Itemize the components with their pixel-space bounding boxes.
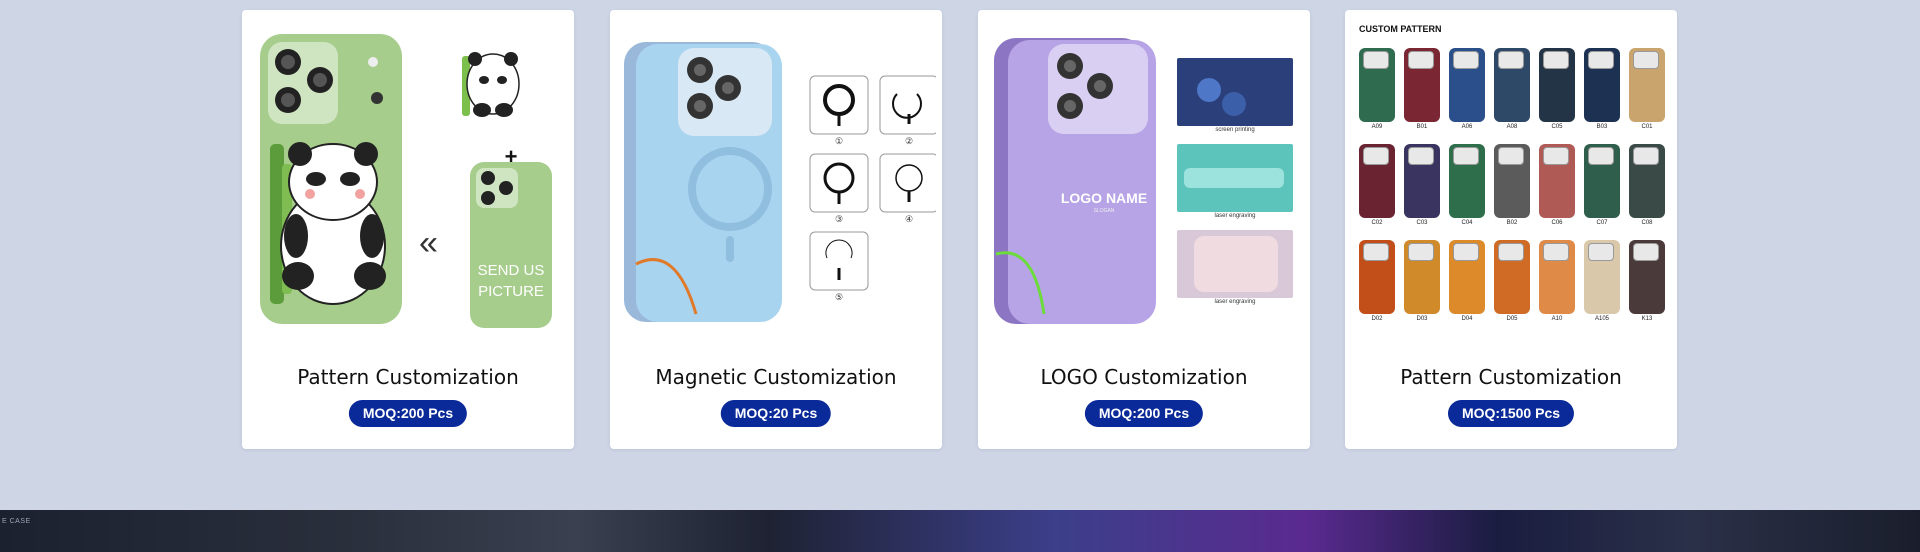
pattern-swatch[interactable] <box>1584 48 1620 122</box>
pattern-swatch[interactable] <box>1359 48 1395 122</box>
camera-icon <box>1363 147 1389 165</box>
pattern-code-label: K13 <box>1641 316 1653 322</box>
pattern-code-label: D05 <box>1506 316 1518 322</box>
moq-badge: MOQ:200 Pcs <box>348 400 468 427</box>
pattern-swatch[interactable] <box>1629 240 1665 314</box>
camera-icon <box>1543 243 1569 261</box>
moq-badge: MOQ:20 Pcs <box>720 400 832 427</box>
pattern-swatch[interactable] <box>1539 144 1575 218</box>
pattern-code-label: D03 <box>1416 316 1428 322</box>
pattern-swatch[interactable] <box>1539 48 1575 122</box>
send-us-line2: PICTURE <box>478 283 544 300</box>
pattern-code-label: A08 <box>1506 124 1518 130</box>
camera-icon <box>1498 51 1524 69</box>
card-title[interactable]: LOGO Customization <box>978 365 1310 389</box>
moq-badge: MOQ:1500 Pcs <box>1447 400 1575 427</box>
card-title[interactable]: Pattern Customization <box>242 365 574 389</box>
pattern-swatch[interactable] <box>1584 240 1620 314</box>
pattern-swatch[interactable] <box>1359 144 1395 218</box>
pattern-swatch[interactable] <box>1584 144 1620 218</box>
pattern-swatch[interactable] <box>1494 48 1530 122</box>
pattern-code-label: D02 <box>1371 316 1383 322</box>
option-label: ② <box>904 136 914 146</box>
pattern-swatch[interactable] <box>1449 48 1485 122</box>
pattern-code-label: C08 <box>1641 220 1653 226</box>
sample-caption: laser engraving <box>1214 299 1256 305</box>
pattern-swatch[interactable] <box>1539 240 1575 314</box>
camera-icon <box>1543 147 1569 165</box>
option-label: ① <box>834 136 844 146</box>
pattern-swatch[interactable] <box>1404 48 1440 122</box>
pattern-swatch[interactable] <box>1629 144 1665 218</box>
camera-icon <box>1543 51 1569 69</box>
pattern-swatch[interactable] <box>1629 48 1665 122</box>
logo-slogan-text: SLOGAN <box>1093 208 1115 214</box>
pattern-swatch[interactable] <box>1404 144 1440 218</box>
pattern-code-label: C03 <box>1416 220 1428 226</box>
pattern-swatch-grid: A09 B01 A06 A08 C05 B03 C01 C02 C03 C04 B02 C06 C07 C… <box>1359 48 1669 332</box>
pattern-swatch[interactable] <box>1404 240 1440 314</box>
pattern-code-label: C05 <box>1551 124 1563 130</box>
pattern-code-label: B01 <box>1416 124 1428 130</box>
product-card-magnetic[interactable]: ① ② ③ ④ ⑤ Magnetic Customization MOQ:20 … <box>610 10 942 449</box>
pattern-code-label: C04 <box>1461 220 1473 226</box>
plus-sign: + <box>504 144 518 169</box>
product-image[interactable]: ① ② ③ ④ ⑤ <box>616 14 936 338</box>
camera-icon <box>1588 243 1614 261</box>
camera-icon <box>1408 51 1434 69</box>
pattern-code-label: A105 <box>1594 316 1609 322</box>
product-card-pattern[interactable]: + « SEND US PICTURE Pattern Customizatio… <box>242 10 574 449</box>
pattern-code-label: C02 <box>1371 220 1383 226</box>
logo-name-text: LOGO NAME <box>1060 190 1148 206</box>
camera-icon <box>1363 51 1389 69</box>
product-image[interactable]: + « SEND US PICTURE <box>248 14 568 338</box>
camera-icon <box>1453 51 1479 69</box>
product-image[interactable]: CUSTOM PATTERN A09 B01 A06 A08 C05 B03 C01 C02 C… <box>1351 14 1671 338</box>
custom-pattern-heading: CUSTOM PATTERN <box>1359 24 1442 34</box>
pattern-code-label: A09 <box>1371 124 1383 130</box>
camera-icon <box>1633 243 1659 261</box>
sample-caption: screen printing <box>1215 127 1255 133</box>
pattern-code-label: C06 <box>1551 220 1563 226</box>
pattern-code-label: A10 <box>1551 316 1563 322</box>
camera-icon <box>1363 243 1389 261</box>
product-image[interactable]: LOGO NAME SLOGAN screen printing laser e… <box>984 14 1304 338</box>
card-title[interactable]: Pattern Customization <box>1345 365 1677 389</box>
pattern-swatch[interactable] <box>1359 240 1395 314</box>
product-card-pattern-catalog[interactable]: CUSTOM PATTERN A09 B01 A06 A08 C05 B03 C01 C02 C… <box>1345 10 1677 449</box>
option-label: ③ <box>834 214 844 224</box>
pattern-code-label: B03 <box>1596 124 1608 130</box>
camera-icon <box>1453 147 1479 165</box>
camera-icon <box>1453 243 1479 261</box>
banner-title: E CASE <box>2 518 31 525</box>
camera-icon <box>1498 243 1524 261</box>
pattern-swatch[interactable] <box>1449 144 1485 218</box>
moq-badge: MOQ:200 Pcs <box>1084 400 1204 427</box>
bottom-banner[interactable]: E CASE <box>0 510 1920 552</box>
send-us-line1: SEND US <box>477 262 545 279</box>
camera-icon <box>1588 147 1614 165</box>
camera-icon <box>1498 147 1524 165</box>
pattern-swatch[interactable] <box>1449 240 1485 314</box>
pattern-code-label: B02 <box>1506 220 1518 226</box>
option-label: ⑤ <box>834 292 844 302</box>
camera-icon <box>1633 51 1659 69</box>
pattern-code-label: C07 <box>1596 220 1608 226</box>
card-title[interactable]: Magnetic Customization <box>610 365 942 389</box>
camera-icon <box>1588 51 1614 69</box>
arrow-left-icon: « <box>419 224 438 262</box>
camera-icon <box>1408 147 1434 165</box>
option-label: ④ <box>904 214 914 224</box>
pattern-code-label: D04 <box>1461 316 1473 322</box>
pattern-swatch[interactable] <box>1494 240 1530 314</box>
sample-caption: laser engraving <box>1214 213 1256 219</box>
pattern-swatch[interactable] <box>1494 144 1530 218</box>
camera-icon <box>1633 147 1659 165</box>
send-us-picture-text: SEND US PICTURE <box>470 260 552 302</box>
pattern-code-label: A06 <box>1461 124 1473 130</box>
camera-icon <box>1408 243 1434 261</box>
product-card-logo[interactable]: LOGO NAME SLOGAN screen printing laser e… <box>978 10 1310 449</box>
pattern-code-label: C01 <box>1641 124 1653 130</box>
